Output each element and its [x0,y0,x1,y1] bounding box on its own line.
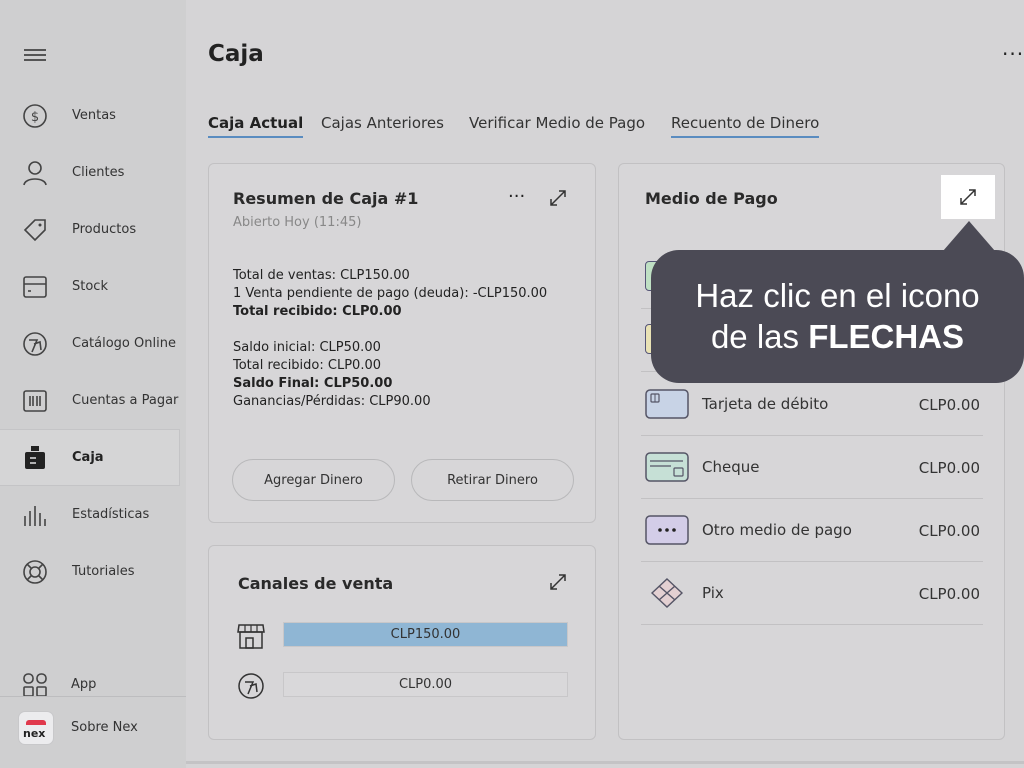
nex-logo: nex [18,711,54,745]
sidebar-item-catalogo[interactable]: Catálogo Online [0,315,180,372]
svg-text:$: $ [31,110,39,125]
ellipsis-icon [645,515,689,545]
dollar-circle-icon: $ [22,103,48,129]
channel-bar: CLP0.00 [283,672,568,697]
payment-value: CLP0.00 [918,585,980,603]
payment-title: Medio de Pago [645,189,778,208]
payment-value: CLP0.00 [918,522,980,540]
more-options-icon[interactable]: ··· [1002,42,1024,66]
channel-value: CLP0.00 [398,677,453,692]
tutorial-tooltip: Haz clic en el icono de las FLECHAS [651,250,1024,383]
tag-icon [22,217,48,243]
summary-card: Resumen de Caja #1 Abierto Hoy (11:45) ·… [208,163,596,523]
sidebar-item-label: Tutoriales [72,564,135,579]
bar-chart-icon [22,502,48,528]
sidebar-item-label: Productos [72,222,137,237]
sidebar-item-label: Caja [72,450,104,465]
sidebar-item-stock[interactable]: Stock [0,258,180,315]
tooltip-line2-prefix: de las [710,318,809,355]
sidebar-divider [0,696,186,697]
sidebar-item-caja[interactable]: Caja [0,429,180,486]
sidebar-item-label: Stock [72,279,108,294]
sidebar-item-estadisticas[interactable]: Estadísticas [0,486,180,543]
payment-name: Cheque [702,458,760,476]
channel-bar: CLP150.00 [283,622,568,647]
summary-line: Saldo Final: CLP50.00 [233,376,393,391]
app-grid-icon [22,672,48,698]
summary-line: Saldo inicial: CLP50.00 [233,340,381,355]
sidebar-item-clientes[interactable]: Clientes [0,144,180,201]
summary-line: Total recibido: CLP0.00 [233,304,402,319]
sidebar-item-tutoriales[interactable]: Tutoriales [0,543,180,600]
payment-name: Tarjeta de débito [702,395,829,413]
user-icon [22,160,48,186]
payment-row: Pix CLP0.00 [641,562,983,625]
payment-value: CLP0.00 [918,396,980,414]
sidebar-item-app[interactable]: App [0,656,180,713]
box-icon [22,274,48,300]
payment-name: Pix [702,584,724,602]
catalog-icon [238,673,264,699]
summary-title: Resumen de Caja #1 [233,189,419,208]
channels-title: Canales de venta [238,574,394,593]
add-money-button[interactable]: Agregar Dinero [232,459,395,501]
summary-line: Total de ventas: CLP150.00 [233,268,410,283]
about-link[interactable]: Sobre Nex [71,720,138,735]
sidebar-item-ventas[interactable]: $ Ventas [0,87,180,144]
channels-card: Canales de venta CLP150.00 CLP0.00 [208,545,596,740]
tooltip-arrow [943,221,995,251]
sidebar-item-label: Ventas [72,108,116,123]
expand-icon[interactable] [548,188,568,208]
opened-time: Abierto Hoy (11:45) [233,215,362,230]
tooltip-line2-bold: FLECHAS [808,318,965,355]
payment-row: Otro medio de pago CLP0.00 [641,499,983,562]
tab-caja-actual[interactable]: Caja Actual [208,114,304,138]
tooltip-line1: Haz clic en el icono [695,277,980,314]
cheque-icon [645,452,689,482]
sidebar-item-label: Estadísticas [72,507,150,522]
withdraw-money-button[interactable]: Retirar Dinero [411,459,574,501]
barcode-icon [22,388,48,414]
bottom-divider [186,761,1024,764]
page-title: Caja [208,41,264,67]
tab-cajas-anteriores[interactable]: Cajas Anteriores [321,114,444,136]
pix-icon [650,578,684,608]
tooltip-line2: de las FLECHAS [651,316,1024,357]
payment-row: Cheque CLP0.00 [641,436,983,499]
expand-icon[interactable] [548,572,568,592]
summary-line: Total recibido: CLP0.00 [233,358,381,373]
sidebar-item-label: Catálogo Online [72,336,176,351]
expand-button-highlight[interactable] [941,175,995,219]
store-icon [237,624,265,649]
catalog-icon [22,331,48,357]
sidebar-item-label: Cuentas a Pagar [72,393,179,408]
channel-value: CLP150.00 [390,627,461,642]
summary-line: Ganancias/Pérdidas: CLP90.00 [233,394,431,409]
card-icon [645,389,689,419]
more-options-icon[interactable]: ··· [508,186,525,207]
summary-line: 1 Venta pendiente de pago (deuda): -CLP1… [233,286,548,301]
sidebar: $ Ventas Clientes Productos Stock Catálo… [0,0,186,768]
register-icon [22,445,48,471]
tab-recuento-dinero[interactable]: Recuento de Dinero [671,114,820,138]
expand-icon[interactable] [958,187,978,207]
sidebar-item-productos[interactable]: Productos [0,201,180,258]
tab-verificar-medio-pago[interactable]: Verificar Medio de Pago [469,114,645,136]
sidebar-item-label: App [71,677,97,692]
payment-name: Otro medio de pago [702,521,852,539]
sidebar-item-label: Clientes [72,165,125,180]
hamburger-menu-icon[interactable] [24,46,46,66]
lifebuoy-icon [22,559,48,585]
sidebar-item-cuentas[interactable]: Cuentas a Pagar [0,372,180,429]
payment-value: CLP0.00 [918,459,980,477]
